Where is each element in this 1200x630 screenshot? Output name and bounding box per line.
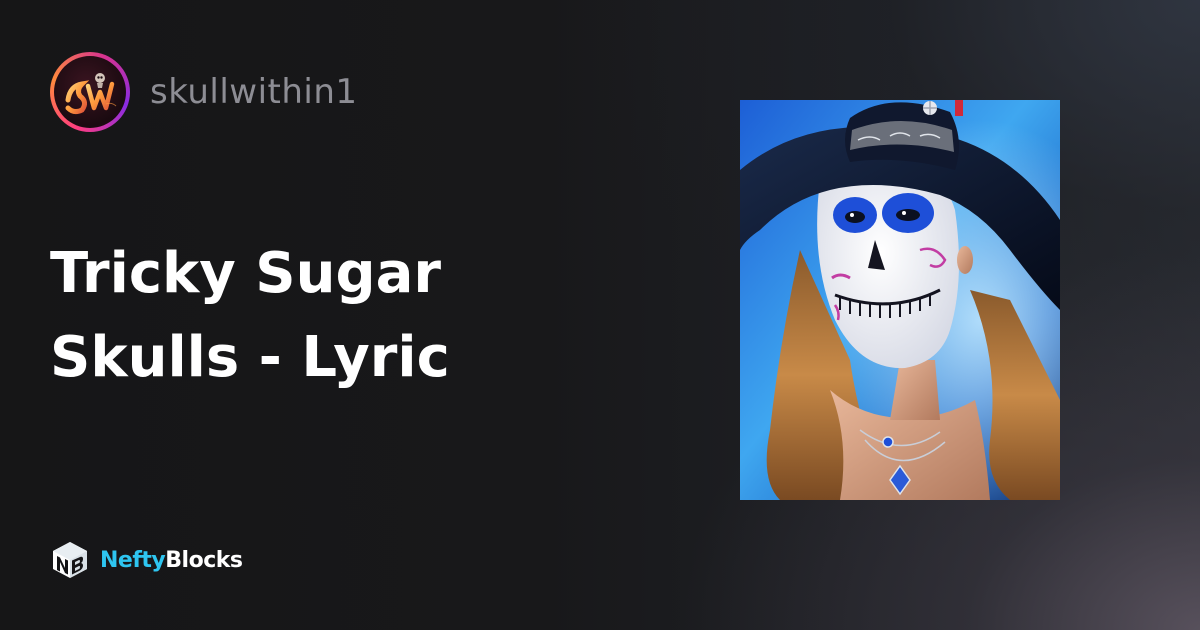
brand-name-blocks: Blocks xyxy=(165,547,243,573)
skullwithin-avatar-icon xyxy=(54,56,126,128)
creator-header: skullwithin1 xyxy=(50,52,358,132)
collection-title: Tricky Sugar Skulls - Lyric xyxy=(50,232,590,400)
sugar-skull-portrait-image[interactable] xyxy=(740,100,1060,500)
collection-title-line-1: Tricky Sugar xyxy=(50,241,441,306)
neftyblocks-wordmark: NeftyBlocks xyxy=(100,547,243,573)
brand-name-nefty: Nefty xyxy=(100,547,166,573)
creator-avatar[interactable] xyxy=(50,52,130,132)
creator-username[interactable]: skullwithin1 xyxy=(150,72,358,112)
neftyblocks-brand[interactable]: NeftyBlocks xyxy=(50,540,243,580)
neftyblocks-cube-icon xyxy=(53,542,87,578)
collection-title-line-2: Skulls - Lyric xyxy=(50,325,450,390)
